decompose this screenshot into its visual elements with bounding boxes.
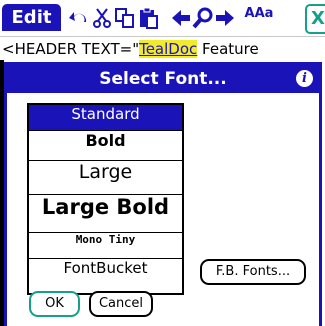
right-arrow-icon[interactable]: [214, 6, 236, 30]
font-item-standard[interactable]: Standard: [29, 105, 182, 131]
ok-button[interactable]: OK: [29, 291, 80, 317]
undo-icon[interactable]: [68, 6, 90, 30]
document-text-line[interactable]: <HEADER TEXT="TealDoc Feature: [0, 38, 325, 60]
edit-menu-tab[interactable]: Edit: [2, 4, 61, 31]
font-item-mono-tiny[interactable]: Mono Tiny: [29, 233, 182, 259]
fb-fonts-button[interactable]: F.B. Fonts...: [200, 259, 306, 285]
copy-icon[interactable]: [114, 6, 136, 30]
dialog-title: Select Font...: [99, 69, 227, 89]
edit-toolbar: Edit AAa X: [0, 0, 325, 37]
cut-icon[interactable]: [92, 6, 112, 30]
doc-text-suffix: Feature: [197, 40, 259, 58]
doc-highlighted-word: TealDoc: [139, 40, 198, 58]
close-icon[interactable]: X: [305, 4, 325, 34]
font-item-large-bold[interactable]: Large Bold: [29, 195, 182, 233]
font-list: Standard Bold Large Large Bold Mono Tiny…: [27, 103, 184, 295]
find-icon[interactable]: [192, 6, 214, 30]
dialog-title-bar: Select Font... i: [7, 65, 319, 93]
font-item-large[interactable]: Large: [29, 161, 182, 195]
info-icon[interactable]: i: [296, 70, 313, 87]
cancel-button[interactable]: Cancel: [89, 291, 153, 317]
left-arrow-icon[interactable]: [170, 6, 192, 30]
font-item-fontbucket[interactable]: FontBucket: [29, 259, 182, 293]
font-size-icon[interactable]: AAa: [244, 6, 274, 30]
paste-icon[interactable]: [138, 6, 160, 30]
font-item-bold[interactable]: Bold: [29, 131, 182, 161]
select-font-dialog: Select Font... i Standard Bold Large Lar…: [4, 62, 322, 326]
doc-text-prefix: <HEADER TEXT=": [2, 40, 140, 58]
